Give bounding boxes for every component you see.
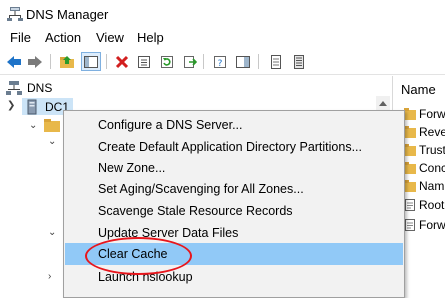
menu-file[interactable]: File bbox=[8, 30, 33, 45]
toolbar-separator bbox=[258, 54, 259, 69]
list-item-label: Root bbox=[419, 198, 445, 212]
list-item-label: Conc bbox=[419, 161, 445, 175]
delete-icon[interactable] bbox=[112, 52, 132, 71]
help-icon[interactable]: ? bbox=[210, 52, 230, 71]
refresh-icon[interactable] bbox=[157, 52, 177, 71]
menu-view[interactable]: View bbox=[94, 30, 126, 45]
list-item[interactable]: Reve bbox=[404, 123, 445, 141]
title-bar: DNS Manager bbox=[0, 0, 445, 28]
list-item-label: Forw bbox=[419, 218, 445, 232]
folder-icon bbox=[404, 162, 416, 174]
console-pane-icon[interactable] bbox=[233, 52, 253, 71]
up-folder-icon[interactable] bbox=[57, 52, 77, 71]
list-item[interactable]: Root bbox=[404, 196, 444, 214]
document-icon bbox=[404, 199, 416, 211]
context-menu: Configure a DNS Server... Create Default… bbox=[63, 110, 405, 298]
menu-item-clear-cache[interactable]: Clear Cache bbox=[65, 243, 403, 265]
menu-item-set-aging-scavenging[interactable]: Set Aging/Scavenging for All Zones... bbox=[65, 178, 403, 200]
menu-item-new-zone[interactable]: New Zone... bbox=[65, 157, 403, 179]
toolbar-separator bbox=[203, 54, 204, 69]
expand-arrow-icon[interactable]: ⌄ bbox=[48, 136, 56, 147]
tree-node-dns[interactable]: DNS bbox=[6, 79, 52, 96]
show-hide-tree-icon[interactable] bbox=[81, 52, 101, 71]
expand-arrow-icon[interactable]: › bbox=[48, 271, 51, 282]
folder-icon bbox=[404, 180, 416, 192]
details-icon[interactable] bbox=[289, 52, 309, 71]
server-icon bbox=[24, 99, 40, 115]
menu-item-configure-dns-server[interactable]: Configure a DNS Server... bbox=[65, 114, 403, 136]
list-item-label: Forw bbox=[419, 107, 445, 121]
folder-icon bbox=[404, 144, 416, 156]
list-item-label: Trust bbox=[419, 143, 445, 157]
folder-icon bbox=[404, 126, 416, 138]
menu-bar: File Action View Help bbox=[0, 28, 445, 48]
list-item[interactable]: Trust bbox=[404, 141, 445, 159]
document-icon bbox=[404, 219, 416, 231]
list-item[interactable]: Forw bbox=[404, 216, 445, 234]
list-item[interactable]: Conc bbox=[404, 159, 445, 177]
menu-help[interactable]: Help bbox=[135, 30, 166, 45]
dns-manager-app-icon bbox=[7, 6, 23, 22]
collapse-arrow-icon[interactable]: ⌄ bbox=[29, 120, 37, 131]
toolbar-separator bbox=[50, 54, 51, 69]
forward-icon[interactable] bbox=[25, 52, 45, 71]
dns-server-icon bbox=[6, 80, 22, 96]
window-title: DNS Manager bbox=[26, 7, 109, 22]
menu-item-scavenge-stale-records[interactable]: Scavenge Stale Resource Records bbox=[65, 200, 403, 222]
list-icon[interactable] bbox=[266, 52, 286, 71]
menu-item-create-default-partitions[interactable]: Create Default Application Directory Par… bbox=[65, 136, 403, 158]
list-item-label: Reve bbox=[419, 125, 445, 139]
svg-text:?: ? bbox=[218, 59, 223, 69]
toolbar-separator bbox=[106, 54, 107, 69]
export-list-icon[interactable] bbox=[180, 52, 200, 71]
folder-icon bbox=[44, 119, 60, 132]
expand-arrow-icon[interactable]: ⌄ bbox=[48, 227, 56, 238]
menu-action[interactable]: Action bbox=[43, 30, 83, 45]
properties-icon[interactable] bbox=[134, 52, 154, 71]
toolbar: ? bbox=[0, 48, 445, 75]
folder-icon bbox=[404, 108, 416, 120]
scroll-up-icon[interactable] bbox=[376, 96, 390, 110]
collapse-arrow-icon[interactable]: ❯ bbox=[7, 100, 15, 111]
list-item[interactable]: Nam bbox=[404, 177, 444, 195]
back-icon[interactable] bbox=[4, 52, 24, 71]
menu-item-update-server-data-files[interactable]: Update Server Data Files bbox=[65, 222, 403, 244]
tree-label-dns: DNS bbox=[27, 80, 53, 95]
list-item[interactable]: Forw bbox=[404, 105, 445, 123]
column-header-name[interactable]: Name bbox=[393, 82, 445, 100]
menu-item-launch-nslookup[interactable]: Launch nslookup bbox=[65, 266, 403, 288]
list-item-label: Nam bbox=[419, 179, 445, 193]
